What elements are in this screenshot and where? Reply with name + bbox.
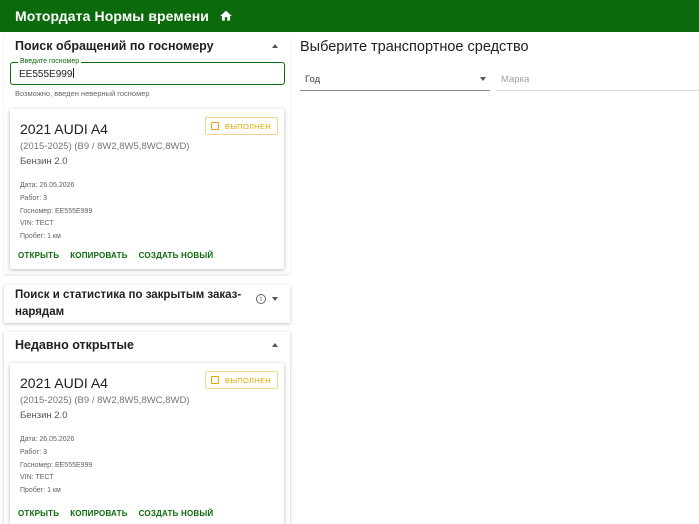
vehicle-card: 2021 AUDI A4 (2015-2025) (B9 / 8W2,8W5,8…: [10, 363, 284, 524]
meta-vin: VIN: TECT: [20, 474, 54, 482]
home-icon[interactable]: [219, 9, 233, 23]
meta-vin: VIN: TECT: [20, 220, 54, 228]
card-actions: ОТКРЫТЬ КОПИРОВАТЬ СОЗДАТЬ НОВЫЙ: [18, 251, 213, 261]
expand-icon[interactable]: [272, 297, 278, 301]
open-button[interactable]: ОТКРЫТЬ: [18, 251, 59, 261]
checkbox-icon[interactable]: [211, 376, 220, 384]
search-panel: Поиск обращений по госномеру Введите гос…: [4, 34, 290, 274]
meta-works: Работ: 3: [20, 448, 48, 456]
left-column: Поиск обращений по госномеру Введите гос…: [0, 32, 295, 524]
vehicle-title: 2021 AUDI A4: [20, 375, 108, 391]
search-panel-title: Поиск обращений по госномеру: [15, 38, 214, 53]
meta-mileage: Пробег: 1 км: [20, 233, 61, 241]
create-new-button[interactable]: СОЗДАТЬ НОВЫЙ: [139, 251, 214, 261]
collapse-icon[interactable]: [272, 343, 278, 347]
status-badge[interactable]: ВЫПОЛНЕН: [205, 117, 278, 135]
plate-search-label: Введите госномер: [18, 57, 82, 66]
search-panel-header[interactable]: Поиск обращений по госномеру: [4, 34, 290, 56]
meta-plate: Госномер: EE555E999: [20, 461, 93, 469]
info-icon[interactable]: i: [256, 294, 266, 304]
year-select-placeholder: Год: [305, 74, 321, 85]
meta-date: Дата: 26.05.2026: [20, 436, 75, 443]
card-actions: ОТКРЫТЬ КОПИРОВАТЬ СОЗДАТЬ НОВЫЙ: [18, 509, 213, 519]
collapse-icon[interactable]: [272, 44, 278, 48]
brand-select-placeholder: Марка: [501, 74, 530, 85]
recent-panel-title: Недавно открытые: [15, 337, 134, 352]
meta-date: Дата: 26.05.2026: [20, 182, 75, 189]
stats-panel[interactable]: Поиск и статистика по закрытым заказ- на…: [4, 285, 290, 323]
vehicle-card: 2021 AUDI A4 (2015-2025) (B9 / 8W2,8W5,8…: [10, 109, 284, 269]
meta-plate: Госномер: EE555E999: [20, 207, 93, 215]
app-bar: Мотордата Нормы времени: [0, 0, 699, 32]
checkbox-icon[interactable]: [211, 122, 220, 130]
vehicle-subtitle: (2015-2025) (B9 / 8W2,8W5,8WC,8WD): [20, 395, 190, 406]
status-badge[interactable]: ВЫПОЛНЕН: [205, 371, 278, 389]
open-button[interactable]: ОТКРЫТЬ: [18, 509, 59, 519]
status-badge-label: ВЫПОЛНЕН: [225, 375, 271, 385]
search-hint: Возможно, введен неверный госномер: [15, 89, 150, 98]
stats-panel-title: Поиск и статистика по закрытым заказ- на…: [15, 289, 242, 318]
meta-mileage: Пробег: 1 км: [20, 487, 61, 495]
app-title: Мотордата Нормы времени: [15, 8, 209, 24]
vehicle-meta: Дата: 26.05.2026 Работ: 3 Госномер: EE55…: [20, 180, 92, 244]
vehicle-fuel: Бензин 2.0: [20, 410, 68, 421]
vehicle-title: 2021 AUDI A4: [20, 121, 108, 137]
year-select[interactable]: Год: [300, 72, 490, 91]
brand-select[interactable]: Марка: [496, 72, 699, 91]
plate-search-value[interactable]: EE555E999: [19, 68, 75, 81]
copy-button[interactable]: КОПИРОВАТЬ: [70, 509, 127, 519]
copy-button[interactable]: КОПИРОВАТЬ: [70, 251, 127, 261]
recent-panel-header[interactable]: Недавно открытые: [4, 332, 290, 356]
plate-search-input[interactable]: Введите госномер EE555E999: [10, 57, 285, 85]
vehicle-subtitle: (2015-2025) (B9 / 8W2,8W5,8WC,8WD): [20, 141, 190, 152]
recent-panel: Недавно открытые 2021 AUDI A4 (2015-2025…: [4, 332, 290, 524]
vehicle-meta: Дата: 26.05.2026 Работ: 3 Госномер: EE55…: [20, 434, 92, 498]
meta-works: Работ: 3: [20, 194, 48, 202]
create-new-button[interactable]: СОЗДАТЬ НОВЫЙ: [139, 509, 214, 519]
stats-panel-header[interactable]: Поиск и статистика по закрытым заказ- на…: [4, 285, 290, 323]
page-title: Выберите транспортное средство: [300, 39, 529, 55]
dropdown-arrow-icon[interactable]: [480, 77, 486, 81]
vehicle-fuel: Бензин 2.0: [20, 156, 68, 167]
status-badge-label: ВЫПОЛНЕН: [225, 121, 271, 131]
